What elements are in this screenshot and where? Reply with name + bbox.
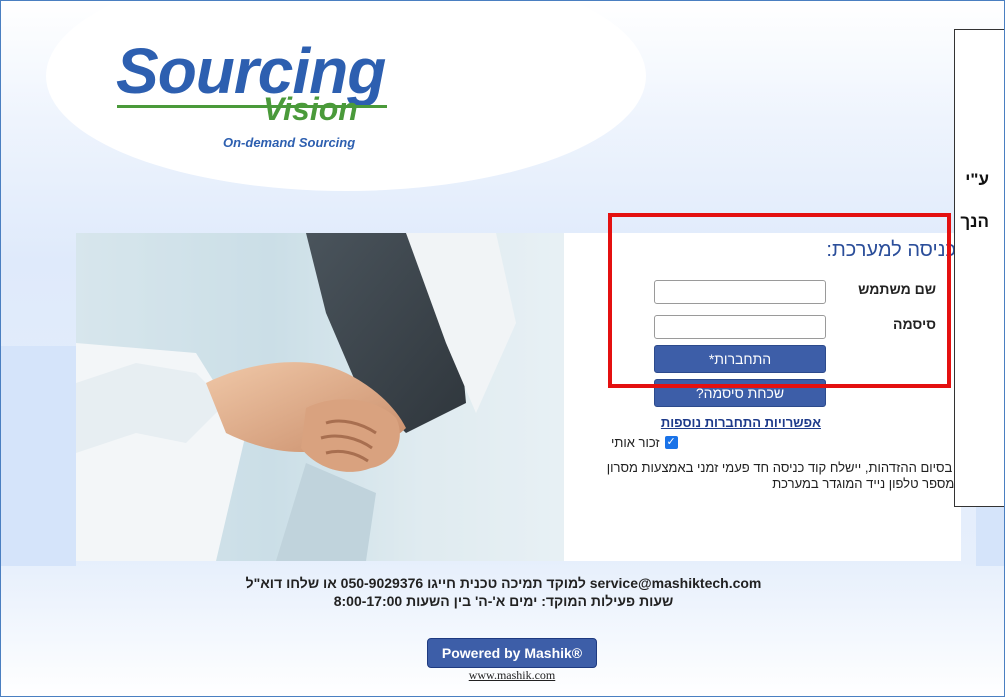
footer: למוקד תמיכה טכנית חייגו 050-9029376 או ש… (1, 574, 1004, 610)
instruction-callout: ע"י הנך (954, 29, 1004, 507)
remember-me-row: ✓ זכור אותי (611, 433, 823, 451)
background-band (1, 346, 76, 566)
password-input[interactable] (654, 315, 826, 339)
handshake-image (76, 233, 564, 561)
remember-me-checkbox[interactable]: ✓ (664, 435, 678, 449)
site-link[interactable]: www.mashik.com (427, 668, 597, 683)
login-title: כניסה למערכת: (826, 239, 956, 261)
callout-line-2: הנך (960, 212, 989, 231)
support-contact: למוקד תמיכה טכנית חייגו 050-9029376 או ש… (245, 575, 762, 591)
more-login-options-link[interactable]: אפשרויות התחברות נוספות (611, 415, 821, 430)
logo-word-vision: Vision (263, 91, 358, 127)
support-hours: שעות פעילות המוקד: ימים א'-ה' בין השעות … (333, 593, 674, 609)
username-input[interactable] (654, 280, 826, 304)
powered-by-button[interactable]: Powered by Mashik® (427, 638, 597, 668)
handshake-illustration (76, 233, 564, 561)
login-form: כניסה למערכת: שם משתמש סיסמה התחברות* שכ… (607, 233, 961, 533)
callout-line-1: ע"י (965, 170, 989, 189)
otp-note: * בסיום ההזדהות, יישלח קוד כניסה חד פעמי… (606, 460, 961, 491)
password-label: סיסמה (893, 316, 936, 332)
page-frame: Sourcing Vision On-demand Sourcing כניסה… (0, 0, 1005, 697)
remember-me-label: זכור אותי (611, 434, 660, 450)
username-label: שם משתמש (858, 281, 936, 297)
forgot-password-button[interactable]: שכחת סיסמה? (654, 379, 826, 407)
login-button[interactable]: התחברות* (654, 345, 826, 373)
logo-tagline: On-demand Sourcing (223, 135, 356, 150)
